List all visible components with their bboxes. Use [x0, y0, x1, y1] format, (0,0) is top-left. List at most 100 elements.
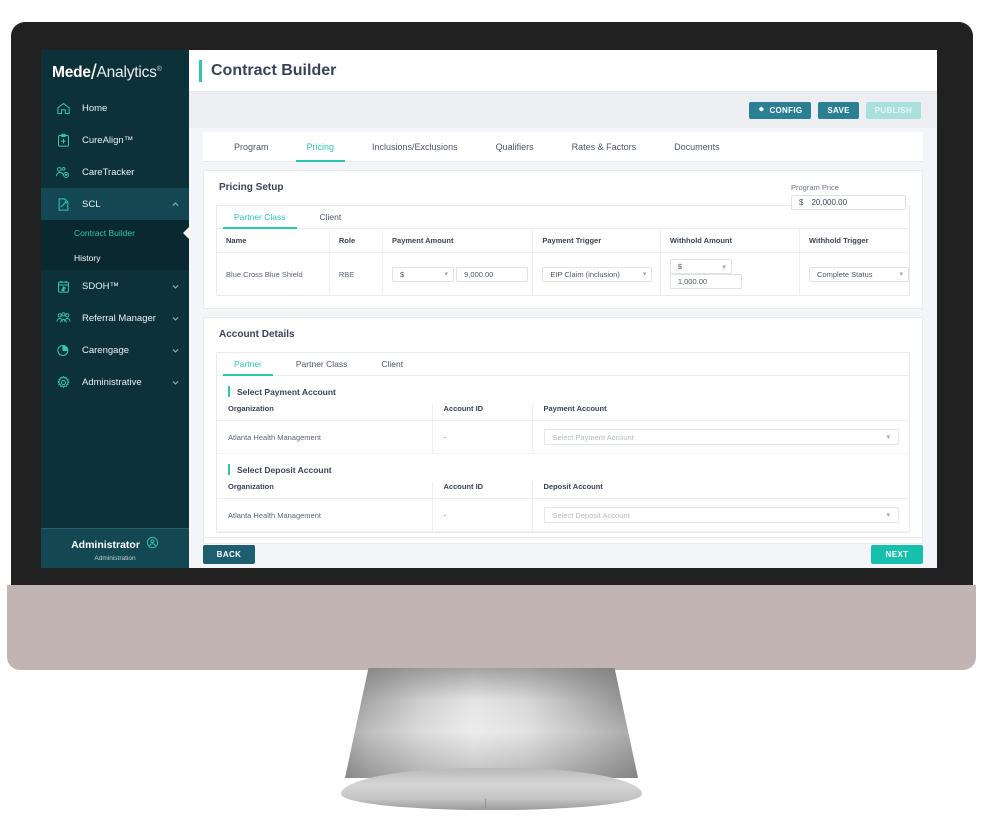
chevron-down-icon: ▾	[444, 271, 449, 278]
clipboard-plus-icon	[53, 130, 73, 150]
withhold-currency-select[interactable]: $ ▾	[669, 259, 732, 274]
column-header-deposit-account: Deposit Account	[532, 482, 909, 499]
chevron-down-icon[interactable]	[167, 282, 183, 291]
deposit-account-select[interactable]: Select Deposit Account ▾	[543, 507, 899, 523]
inner-tab-partner[interactable]: Partner	[217, 353, 279, 376]
cell-payment-account: Select Payment Account ▾	[532, 420, 909, 454]
title-accent-bar	[199, 59, 202, 82]
section-accent-bar	[228, 464, 230, 475]
chevron-down-icon: ▾	[642, 271, 647, 278]
column-header-payment-amount: Payment Amount	[382, 229, 534, 253]
cell-payment-amount: $ ▾ 9,000.00	[382, 252, 534, 295]
chevron-down-icon[interactable]	[167, 378, 183, 387]
account-details-panel: Select Payment Account Organization Acco…	[216, 375, 910, 533]
tab-qualifiers[interactable]: Qualifiers	[477, 132, 553, 161]
chevron-down-icon: ▾	[886, 434, 890, 441]
cell-role: RBE	[329, 252, 384, 295]
sidebar-item-scl[interactable]: SCL	[41, 188, 189, 220]
deposit-account-placeholder: Select Deposit Account	[552, 510, 630, 520]
payment-trigger-select[interactable]: EIP Claim (inclusion) ▾	[542, 266, 653, 282]
user-role: Administration	[94, 554, 136, 562]
back-button[interactable]: BACK	[203, 545, 255, 564]
sidebar-item-administrative[interactable]: Administrative	[41, 366, 189, 398]
tab-label: Inclusions/Exclusions	[372, 141, 458, 152]
table-row: Atlanta Health Management - Select Payme…	[217, 420, 909, 454]
document-edit-icon	[53, 194, 73, 214]
toolbar: CONFIG SAVE PUBLISH	[189, 92, 937, 128]
withhold-currency-value: $	[677, 262, 683, 271]
chevron-down-icon[interactable]	[167, 314, 183, 323]
sidebar-item-label: CureAlign™	[82, 134, 134, 146]
tab-program[interactable]: Program	[215, 132, 288, 161]
payment-trigger-value: EIP Claim (inclusion)	[550, 269, 620, 279]
tab-label: Pricing	[306, 141, 335, 152]
program-price-input[interactable]: $ 20,000.00	[791, 195, 906, 210]
payment-currency-value: $	[400, 269, 405, 279]
publish-button[interactable]: PUBLISH	[865, 101, 921, 119]
inner-tab-partner-class[interactable]: Partner Class	[217, 206, 303, 229]
column-header-organization: Organization	[217, 482, 433, 499]
column-header-role: Role	[329, 229, 384, 253]
sidebar-item-label: Home	[82, 102, 108, 114]
payment-amount-input[interactable]: 9,000.00	[456, 266, 529, 282]
inner-tab-partner-class[interactable]: Partner Class	[279, 353, 365, 375]
withhold-amount-input[interactable]: 1,000.00	[669, 274, 742, 289]
withhold-trigger-select[interactable]: Complete Status ▾	[809, 266, 909, 282]
sidebar-item-referral-manager[interactable]: Referral Manager	[41, 302, 189, 334]
table-header-row: Name Role Payment Amount Payment Trigger…	[217, 229, 909, 253]
payment-currency-select[interactable]: $ ▾	[392, 266, 455, 282]
sidebar-item-label: Carengage	[82, 344, 130, 356]
column-header-account-id: Account ID	[432, 482, 533, 499]
cell-name: Blue Cross Blue Shield	[217, 252, 330, 295]
config-button-label: CONFIG	[769, 105, 803, 115]
sidebar-item-caretracker[interactable]: CareTracker	[41, 156, 189, 188]
cell-payment-trigger: EIP Claim (inclusion) ▾	[532, 252, 661, 295]
cell-withhold-trigger: Complete Status ▾	[800, 253, 909, 296]
payment-account-select[interactable]: Select Payment Account ▾	[543, 429, 899, 445]
table-row: Atlanta Health Management - Select Depos…	[217, 498, 909, 532]
save-button-label: SAVE	[827, 105, 850, 115]
select-deposit-account-heading: Select Deposit Account	[217, 454, 909, 482]
sidebar-item-home[interactable]: Home	[41, 92, 189, 124]
chevron-up-icon[interactable]	[167, 200, 183, 209]
sidebar-item-curealign[interactable]: CureAlign™	[41, 124, 189, 156]
chevron-down-icon[interactable]	[167, 346, 183, 355]
pricing-table: Name Role Payment Amount Payment Trigger…	[217, 229, 909, 295]
sidebar-item-carengage[interactable]: Carengage	[41, 334, 189, 366]
inner-tab-label: Partner	[234, 359, 262, 369]
next-button-label: NEXT	[885, 550, 909, 559]
inner-tab-label: Client	[319, 212, 342, 222]
app-logo[interactable]: Mede/Analytics®	[41, 50, 189, 92]
monitor-stand-base	[341, 768, 642, 810]
tab-inclusions-exclusions[interactable]: Inclusions/Exclusions	[353, 132, 477, 161]
monitor-stand-neck	[345, 668, 638, 778]
tab-rates-factors[interactable]: Rates & Factors	[553, 132, 656, 161]
config-button[interactable]: CONFIG	[749, 101, 812, 119]
inner-tab-client[interactable]: Client	[303, 206, 359, 228]
table-header-row: Organization Account ID Payment Account	[217, 404, 909, 421]
chevron-down-icon: ▾	[722, 263, 726, 271]
home-icon	[53, 98, 73, 118]
sidebar-item-sdoh[interactable]: SDOH™	[41, 270, 189, 302]
page-title: Contract Builder	[211, 61, 337, 79]
next-button[interactable]: NEXT	[871, 545, 923, 564]
inner-tab-label: Partner Class	[295, 359, 348, 369]
inner-tab-label: Client	[381, 359, 404, 369]
footer-navigation: BACK NEXT	[203, 540, 923, 568]
save-button[interactable]: SAVE	[818, 101, 859, 119]
select-payment-account-heading: Select Payment Account	[217, 376, 909, 404]
column-header-withhold-amount: Withhold Amount	[660, 229, 801, 253]
column-header-organization: Organization	[217, 404, 433, 421]
tab-documents[interactable]: Documents	[655, 132, 739, 161]
back-button-label: BACK	[216, 550, 242, 559]
cell-account-id: -	[432, 420, 533, 454]
inner-tab-client[interactable]: Client	[364, 353, 420, 375]
content-area: Program Pricing Inclusions/Exclusions Qu…	[189, 128, 937, 544]
tab-label: Program	[234, 141, 269, 152]
sidebar-subitem-contract-builder[interactable]: Contract Builder	[41, 220, 189, 245]
sidebar-subitem-history[interactable]: History	[41, 245, 189, 270]
section-heading-label: Select Payment Account	[237, 386, 336, 397]
sidebar-user-footer[interactable]: Administrator Administration	[41, 528, 189, 568]
tab-bar: Program Pricing Inclusions/Exclusions Qu…	[203, 132, 923, 162]
tab-pricing[interactable]: Pricing	[288, 132, 354, 162]
